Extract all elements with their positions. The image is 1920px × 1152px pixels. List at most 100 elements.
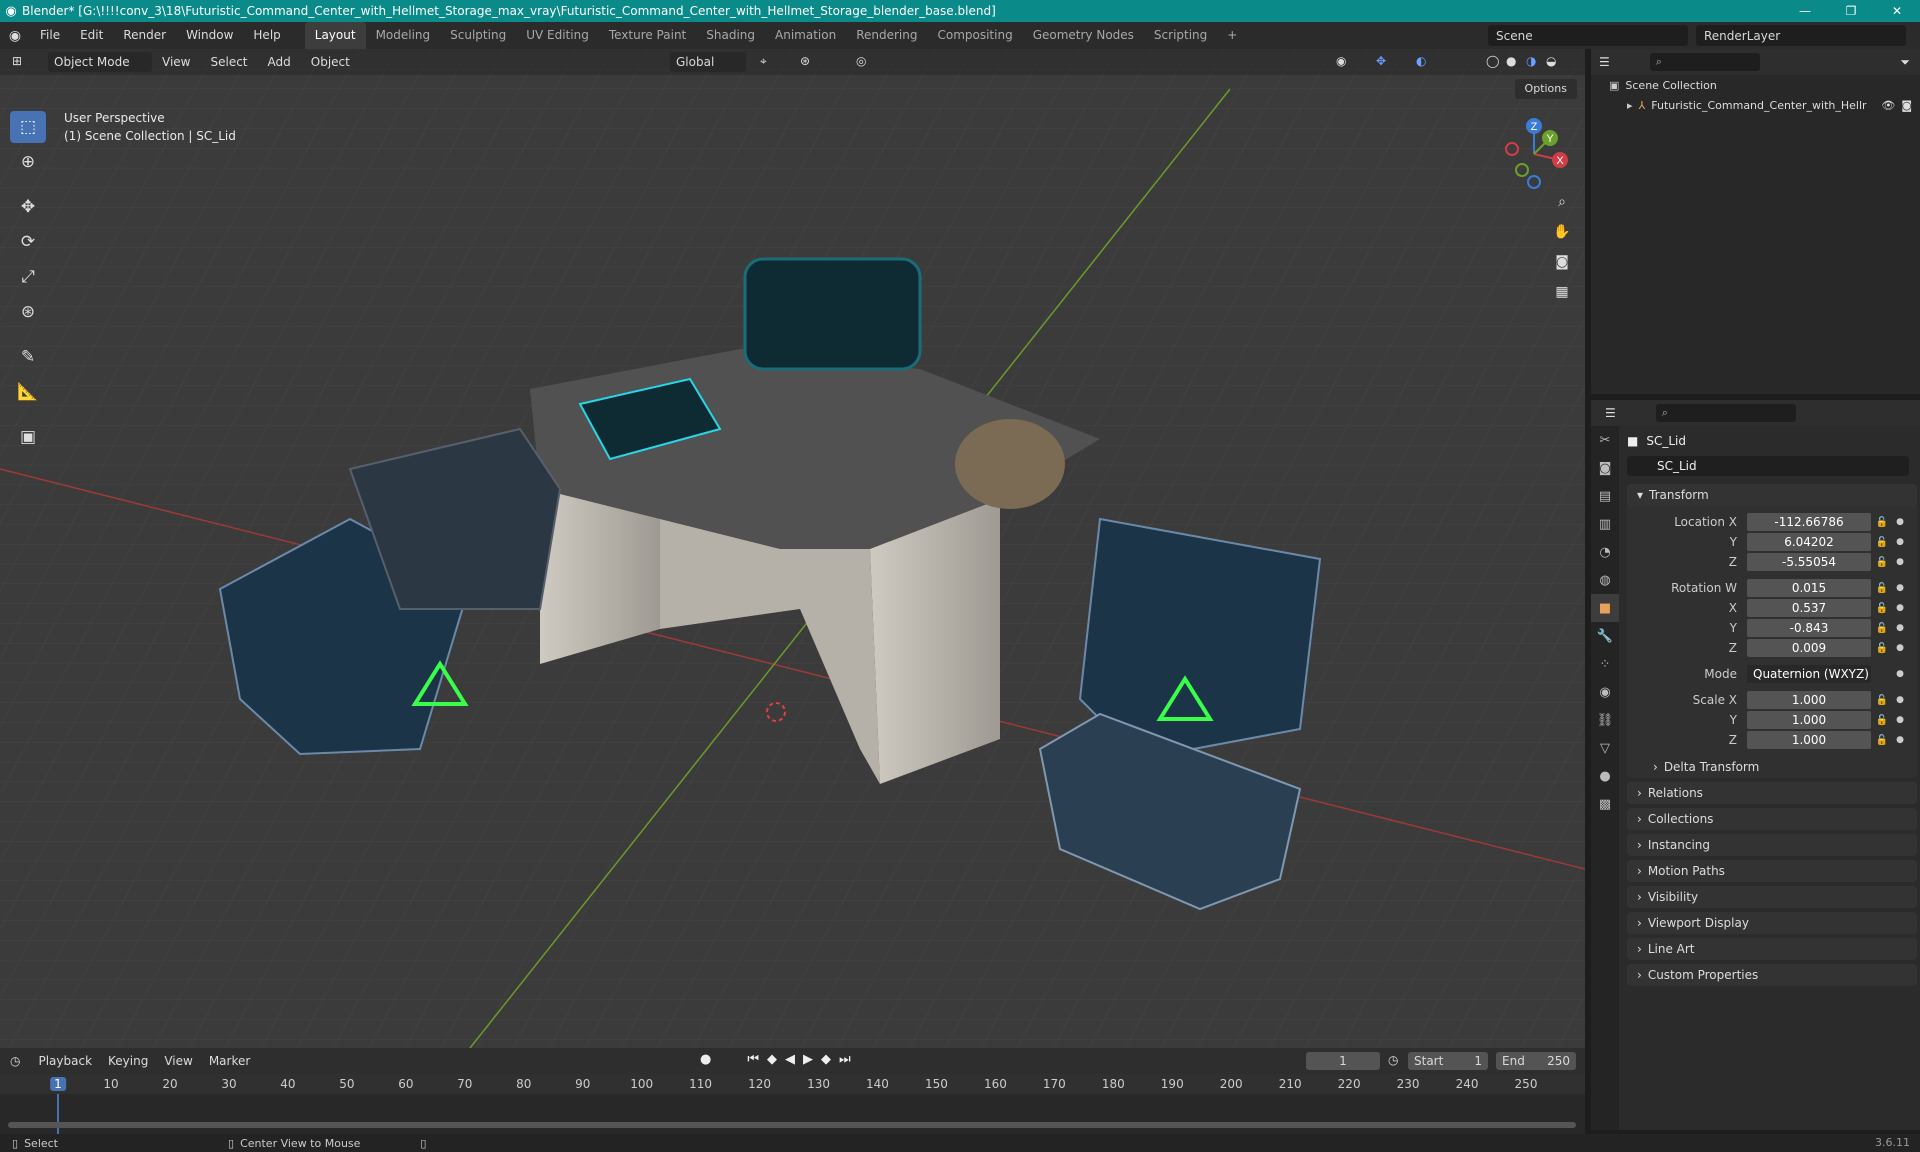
particles-tab-icon[interactable]: ⁘ <box>1591 650 1619 678</box>
keyframe-dot-icon[interactable]: ● <box>1893 623 1907 633</box>
add-workspace-icon[interactable]: + <box>1217 22 1247 49</box>
workspace-tab-rendering[interactable]: Rendering <box>846 22 927 49</box>
data-tab-icon[interactable]: ▽ <box>1591 734 1619 762</box>
next-keyframe-icon[interactable]: ◆ <box>821 1052 831 1067</box>
menu-window[interactable]: Window <box>176 22 243 49</box>
viewport-menu-select[interactable]: Select <box>200 49 257 75</box>
output-tab-icon[interactable]: ▤ <box>1591 482 1619 510</box>
outliner-row-object[interactable]: ▸ ⅄ Futuristic_Command_Center_with_Hellr… <box>1591 95 1920 115</box>
scale-y-field[interactable]: 1.000 <box>1747 711 1871 729</box>
close-icon[interactable]: ✕ <box>1874 0 1920 22</box>
playhead[interactable] <box>57 1094 59 1134</box>
expand-arrow-icon[interactable]: ▸ <box>1627 99 1633 112</box>
pivot-icon[interactable]: ⌖ <box>760 54 767 69</box>
workspace-tab-scripting[interactable]: Scripting <box>1144 22 1217 49</box>
proportional-edit-icon[interactable]: ◎ <box>856 54 866 68</box>
render-camera-icon[interactable]: ◙ <box>1901 99 1912 112</box>
viewport-display-panel[interactable]: › Viewport Display <box>1627 912 1917 934</box>
object-tab-icon[interactable]: ■ <box>1591 594 1619 622</box>
lock-icon[interactable]: 🔓 <box>1871 735 1893 746</box>
pan-hand-icon[interactable]: ✋ <box>1549 219 1575 245</box>
editor-type-icon[interactable]: ⊞ <box>12 54 22 68</box>
menu-render[interactable]: Render <box>113 22 176 49</box>
lock-icon[interactable]: 🔓 <box>1871 695 1893 706</box>
location-z-field[interactable]: -5.55054 <box>1747 553 1871 571</box>
keyframe-dot-icon[interactable]: ● <box>1893 715 1907 725</box>
keyframe-dot-icon[interactable]: ● <box>1893 695 1907 705</box>
lock-icon[interactable]: 🔓 <box>1871 557 1893 568</box>
keyframe-dot-icon[interactable]: ● <box>1893 669 1907 679</box>
workspace-tab-shading[interactable]: Shading <box>696 22 765 49</box>
keyframe-dot-icon[interactable]: ● <box>1893 557 1907 567</box>
blender-menu-icon[interactable]: ◉ <box>0 28 30 44</box>
material-shading-icon[interactable]: ◑ <box>1526 54 1536 68</box>
view-layer-tab-icon[interactable]: ▥ <box>1591 510 1619 538</box>
zoom-icon[interactable]: ⌕ <box>1549 189 1575 215</box>
scene-selector[interactable]: Scene <box>1488 25 1688 46</box>
timeline-menu-keying[interactable]: Keying <box>100 1054 156 1068</box>
navigation-gizmo[interactable]: Z X Y <box>1494 114 1574 194</box>
workspace-tab-geometry-nodes[interactable]: Geometry Nodes <box>1023 22 1144 49</box>
eye-icon[interactable]: 👁 <box>1881 99 1895 112</box>
keyframe-dot-icon[interactable]: ● <box>1893 643 1907 653</box>
menu-help[interactable]: Help <box>243 22 290 49</box>
add-cube-tool-icon[interactable]: ▣ <box>10 421 46 453</box>
location-y-field[interactable]: 6.04202 <box>1747 533 1871 551</box>
viewport-menu-view[interactable]: View <box>152 49 200 75</box>
lock-icon[interactable]: 🔓 <box>1871 715 1893 726</box>
rendered-shading-icon[interactable]: ◒ <box>1546 54 1556 68</box>
lock-icon[interactable]: 🔓 <box>1871 517 1893 528</box>
cursor-tool-icon[interactable]: ⊕ <box>10 146 46 178</box>
annotate-tool-icon[interactable]: ✎ <box>10 341 46 373</box>
scale-tool-icon[interactable]: ⤢ <box>10 261 46 293</box>
filter-icon[interactable]: ⏷ <box>1900 55 1910 70</box>
current-frame-field[interactable]: 1 <box>1306 1052 1380 1070</box>
render-tab-icon[interactable]: ◙ <box>1591 454 1619 482</box>
overlay-toggle-icon[interactable]: ◐ <box>1416 54 1426 68</box>
visibility-icon[interactable]: ◉ <box>1336 54 1346 68</box>
workspace-tab-compositing[interactable]: Compositing <box>927 22 1022 49</box>
lock-icon[interactable]: 🔓 <box>1871 643 1893 654</box>
physics-tab-icon[interactable]: ◉ <box>1591 678 1619 706</box>
constraints-tab-icon[interactable]: ⛓ <box>1591 706 1619 734</box>
object-mode-dropdown[interactable]: Object Mode <box>48 52 152 72</box>
keyframe-dot-icon[interactable]: ● <box>1893 735 1907 745</box>
workspace-tab-modeling[interactable]: Modeling <box>366 22 441 49</box>
view-layer-selector[interactable]: RenderLayer <box>1696 25 1906 46</box>
move-tool-icon[interactable]: ✥ <box>10 191 46 223</box>
keyframe-dot-icon[interactable]: ● <box>1893 583 1907 593</box>
modifier-tab-icon[interactable]: 🔧 <box>1591 622 1619 650</box>
workspace-tab-layout[interactable]: Layout <box>304 22 366 49</box>
transform-panel-header[interactable]: ▾ Transform <box>1627 484 1917 506</box>
viewport-menu-add[interactable]: Add <box>258 49 301 75</box>
rotation-z-field[interactable]: 0.009 <box>1747 639 1871 657</box>
snap-icon[interactable]: ⊛ <box>800 54 810 68</box>
delta-transform-subpanel[interactable]: › Delta Transform <box>1627 756 1917 778</box>
clock-icon[interactable]: ◷ <box>1388 1053 1398 1067</box>
workspace-tab-animation[interactable]: Animation <box>765 22 846 49</box>
scene-tab-icon[interactable]: ◔ <box>1591 538 1619 566</box>
rotation-x-field[interactable]: 0.537 <box>1747 599 1871 617</box>
visibility-panel[interactable]: › Visibility <box>1627 886 1917 908</box>
menu-file[interactable]: File <box>30 22 70 49</box>
workspace-tab-sculpting[interactable]: Sculpting <box>440 22 516 49</box>
timeline-menu-view[interactable]: View <box>156 1054 200 1068</box>
material-tab-icon[interactable]: ● <box>1591 762 1619 790</box>
timeline-menu-playback[interactable]: Playback <box>30 1054 100 1068</box>
lock-icon[interactable]: 🔓 <box>1871 603 1893 614</box>
lock-icon[interactable]: 🔓 <box>1871 623 1893 634</box>
scale-z-field[interactable]: 1.000 <box>1747 731 1871 749</box>
motion-paths-panel[interactable]: › Motion Paths <box>1627 860 1917 882</box>
workspace-tab-uv-editing[interactable]: UV Editing <box>516 22 599 49</box>
outliner-row-scene-collection[interactable]: ▣ Scene Collection <box>1591 75 1920 95</box>
measure-tool-icon[interactable]: 📐 <box>10 376 46 408</box>
rotate-tool-icon[interactable]: ⟳ <box>10 226 46 258</box>
ortho-grid-icon[interactable]: ▦ <box>1549 279 1575 305</box>
transform-orientation-dropdown[interactable]: Global <box>670 52 746 72</box>
jump-end-icon[interactable]: ⏭ <box>839 1052 851 1067</box>
play-icon[interactable]: ▶ <box>803 1052 813 1067</box>
properties-editor-icon[interactable]: ☰ <box>1605 406 1616 420</box>
relations-panel[interactable]: › Relations <box>1627 782 1917 804</box>
rotation-w-field[interactable]: 0.015 <box>1747 579 1871 597</box>
start-frame-field[interactable]: Start 1 <box>1408 1052 1488 1070</box>
